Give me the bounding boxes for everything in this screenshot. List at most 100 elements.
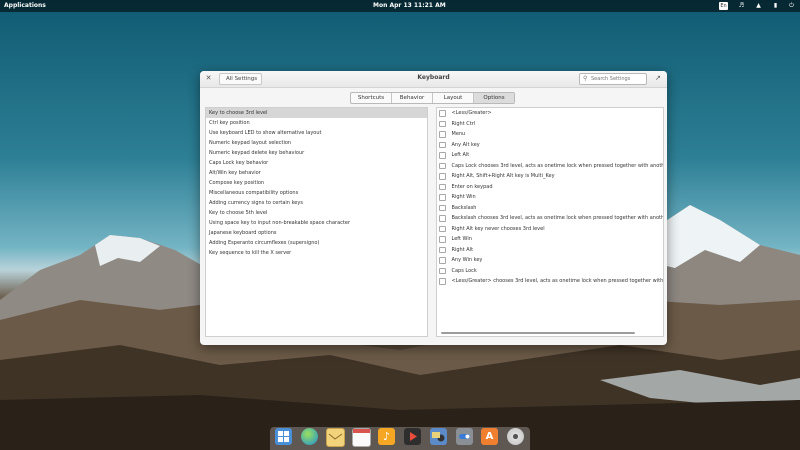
keyboard-layout-icon[interactable]: En — [719, 2, 728, 10]
option-row[interactable]: <Less/Greater> — [437, 108, 663, 119]
option-checkbox[interactable] — [439, 120, 446, 127]
battery-icon[interactable]: ▮ — [771, 2, 780, 10]
music-icon[interactable]: ♪ — [378, 428, 395, 445]
list-item[interactable]: Adding currency signs to certain keys — [206, 198, 427, 208]
multitasking-view-icon[interactable] — [275, 428, 292, 445]
options-checkbox-list: <Less/Greater> Right Ctrl Menu Any Alt k… — [436, 107, 664, 337]
tab-layout[interactable]: Layout — [433, 93, 474, 103]
option-row[interactable]: <Less/Greater> chooses 3rd level, acts a… — [437, 276, 663, 287]
option-checkbox[interactable] — [439, 162, 446, 169]
list-item[interactable]: Compose key position — [206, 178, 427, 188]
videos-icon[interactable] — [404, 428, 421, 445]
option-checkbox[interactable] — [439, 278, 446, 285]
option-checkbox[interactable] — [439, 131, 446, 138]
tab-options[interactable]: Options — [474, 93, 514, 103]
all-settings-button[interactable]: All Settings — [219, 73, 263, 85]
option-label: Menu — [451, 131, 466, 137]
option-label: Caps Lock — [451, 267, 477, 274]
option-checkbox[interactable] — [439, 246, 446, 253]
option-checkbox[interactable] — [439, 194, 446, 201]
option-checkbox[interactable] — [439, 267, 446, 274]
list-item[interactable]: Key sequence to kill the X server — [206, 248, 427, 258]
list-item[interactable]: Japanese keyboard options — [206, 228, 427, 238]
option-checkbox[interactable] — [439, 225, 446, 232]
option-label: Left Win — [451, 236, 472, 242]
option-checkbox[interactable] — [439, 152, 446, 159]
list-item[interactable]: Key to choose 3rd level — [206, 108, 427, 118]
top-panel: Applications Mon Apr 13 11:21 AM En ♬ ▲ … — [0, 0, 800, 12]
option-row[interactable]: Backslash — [437, 203, 663, 214]
maximize-icon[interactable]: ↗ — [655, 74, 661, 83]
option-row[interactable]: Right Alt, Shift+Right Alt key is Multi_… — [437, 171, 663, 182]
option-row[interactable]: Right Alt key never chooses 3rd level — [437, 224, 663, 235]
installer-disc-icon[interactable] — [507, 428, 524, 445]
tab-shortcuts[interactable]: Shortcuts — [351, 93, 392, 103]
calendar-icon[interactable] — [352, 428, 371, 447]
option-row[interactable]: Any Alt key — [437, 140, 663, 151]
list-item[interactable]: Ctrl key position — [206, 118, 427, 128]
option-row[interactable]: Caps Lock chooses 3rd level, acts as one… — [437, 161, 663, 172]
search-input[interactable] — [591, 74, 643, 84]
close-icon[interactable]: ✕ — [204, 74, 213, 83]
list-item[interactable]: Alt/Win key behavior — [206, 168, 427, 178]
tab-behavior[interactable]: Behavior — [392, 93, 433, 103]
list-item[interactable]: Caps Lock key behavior — [206, 158, 427, 168]
option-label: Backslash — [451, 204, 477, 211]
clock[interactable]: Mon Apr 13 11:21 AM — [373, 2, 446, 9]
option-label: Caps Lock chooses 3rd level, acts as one… — [451, 162, 664, 169]
option-label: <Less/Greater> — [451, 110, 492, 116]
option-row[interactable]: Any Win key — [437, 255, 663, 266]
option-row[interactable]: Right Ctrl — [437, 119, 663, 130]
option-checkbox[interactable] — [439, 236, 446, 243]
option-checkbox[interactable] — [439, 257, 446, 264]
option-label: Any Win key — [451, 257, 483, 263]
option-label: Backslash chooses 3rd level, acts as one… — [451, 215, 664, 221]
option-label: Enter on keypad — [451, 183, 493, 190]
option-row[interactable]: Left Win — [437, 234, 663, 245]
option-row[interactable]: Backslash chooses 3rd level, acts as one… — [437, 213, 663, 224]
web-browser-icon[interactable] — [301, 428, 318, 445]
option-checkbox[interactable] — [439, 173, 446, 180]
back-button-label: All Settings — [226, 76, 258, 82]
option-categories-list: Key to choose 3rd level Ctrl key positio… — [205, 107, 428, 337]
list-item[interactable]: Using space key to input non-breakable s… — [206, 218, 427, 228]
option-checkbox[interactable] — [439, 110, 446, 117]
option-row[interactable]: Left Alt — [437, 150, 663, 161]
tab-bar: Shortcuts Behavior Layout Options — [350, 92, 515, 104]
search-icon: ⚲ — [583, 75, 588, 82]
option-label: Right Ctrl — [451, 120, 476, 127]
option-label: Right Alt key never chooses 3rd level — [451, 225, 545, 232]
keyboard-settings-window: ✕ All Settings Keyboard ⚲ ↗ Shortcuts Be… — [200, 71, 667, 345]
applications-menu[interactable]: Applications — [4, 2, 46, 9]
option-checkbox[interactable] — [439, 183, 446, 190]
power-icon[interactable]: ⏻ — [787, 2, 796, 10]
option-row[interactable]: Right Alt — [437, 245, 663, 256]
dock: ♪ A — [270, 427, 530, 450]
appcenter-icon[interactable]: A — [481, 428, 498, 445]
list-item[interactable]: Miscellaneous compatibility options — [206, 188, 427, 198]
system-settings-icon[interactable] — [456, 428, 473, 445]
option-label: Right Alt, Shift+Right Alt key is Multi_… — [451, 173, 555, 179]
option-label: Any Alt key — [451, 141, 480, 148]
network-icon[interactable]: ▲ — [754, 2, 763, 10]
list-item[interactable]: Numeric keypad delete key behaviour — [206, 148, 427, 158]
option-row[interactable]: Enter on keypad — [437, 182, 663, 193]
option-checkbox[interactable] — [439, 215, 446, 222]
option-row[interactable]: Caps Lock — [437, 266, 663, 277]
photos-icon[interactable] — [430, 428, 447, 445]
option-row[interactable]: Right Win — [437, 192, 663, 203]
titlebar[interactable]: ✕ All Settings Keyboard ⚲ ↗ — [200, 71, 667, 88]
volume-icon[interactable]: ♬ — [737, 2, 746, 10]
list-item[interactable]: Adding Esperanto circumflexes (supersign… — [206, 238, 427, 248]
option-row[interactable]: Menu — [437, 129, 663, 140]
list-item[interactable]: Key to choose 5th level — [206, 208, 427, 218]
option-label: Right Alt — [451, 246, 474, 253]
list-item[interactable]: Numeric keypad layout selection — [206, 138, 427, 148]
mail-icon[interactable] — [326, 428, 345, 447]
option-checkbox[interactable] — [439, 141, 446, 148]
option-label: <Less/Greater> chooses 3rd level, acts a… — [451, 278, 664, 284]
search-settings-box[interactable]: ⚲ — [579, 73, 647, 85]
horizontal-scrollbar[interactable] — [441, 332, 635, 334]
option-checkbox[interactable] — [439, 204, 446, 211]
list-item[interactable]: Use keyboard LED to show alternative lay… — [206, 128, 427, 138]
